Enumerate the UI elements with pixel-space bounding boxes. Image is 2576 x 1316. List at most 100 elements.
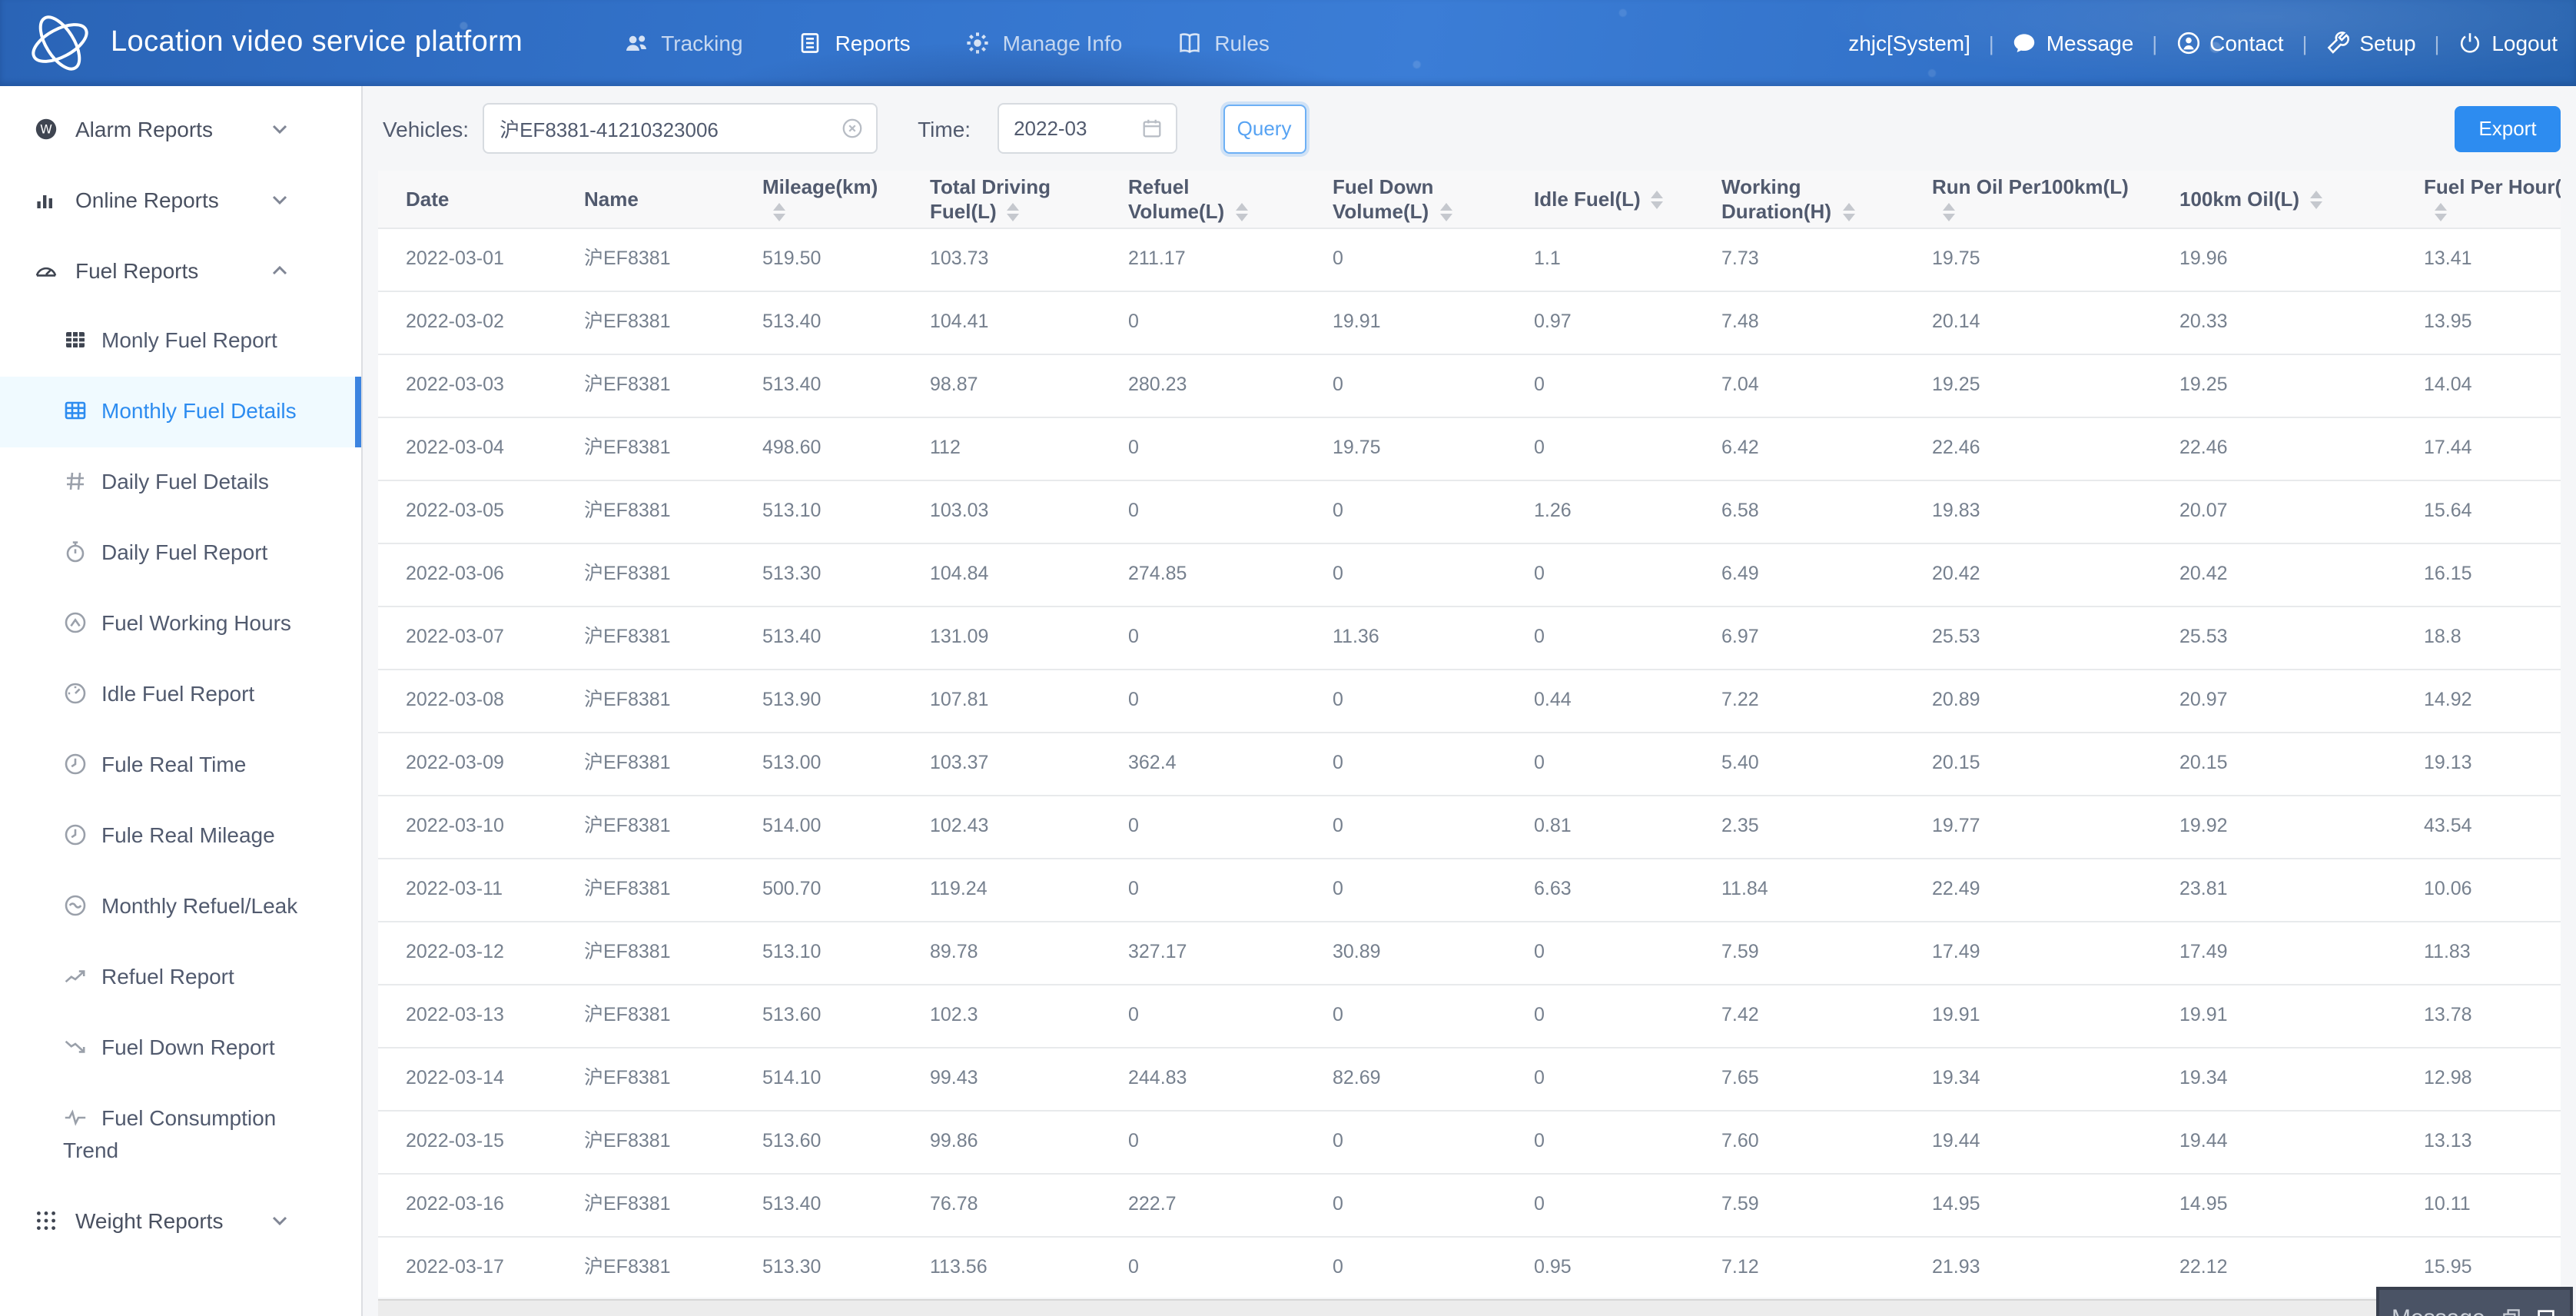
chevron-down [267,1208,292,1233]
table-row[interactable]: 2022-03-13 沪EF8381 513.60 102.3 0 0 0 7.42 19.91… [378,985,2561,1048]
nav-item-manage-info[interactable]: Manage Info [938,0,1150,86]
table-row[interactable]: 2022-03-09 沪EF8381 513.00 103.37 362.4 0 0 5.40… [378,733,2561,796]
sort-caret-icon[interactable] [1007,202,1020,221]
column-header-run_oil_per100km_l[interactable]: Run Oil Per100km(L) [1904,171,2152,228]
separator: | [2434,32,2440,55]
clear-circle-icon[interactable] [841,117,864,140]
cell-date: 2022-03-08 [406,689,504,710]
cell-idle_fuel_l: 0 [1534,437,1545,458]
current-user-label: zhjc[System] [1848,31,1970,55]
sidebar-item-label: Fule Real Time [101,752,247,776]
message-window-titlebar[interactable]: Message [2376,1287,2573,1316]
cell-total_driving_fuel_l: 99.43 [930,1067,978,1088]
sidebar-item-fuel-reports[interactable]: Fuel Reports [0,235,361,306]
column-header-label: Refuel [1128,174,1190,198]
table-row[interactable]: 2022-03-07 沪EF8381 513.40 131.09 0 11.36 0 6.97… [378,607,2561,670]
sidebar-item-fule-real-mileage[interactable]: Fule Real Mileage [0,801,361,872]
message-menu-item[interactable]: Message [2013,31,2133,55]
table-row[interactable]: 2022-03-17 沪EF8381 513.30 113.56 0 0 0.95 7.12 2… [378,1238,2561,1298]
cell-mileage_km: 513.60 [762,1004,822,1025]
sidebar-item-idle-fuel-report[interactable]: Idle Fuel Report [0,660,361,730]
sidebar-item-refuel-report[interactable]: Refuel Report [0,942,361,1013]
cell-idle_fuel_l: 1.26 [1534,500,1572,521]
calendar-icon[interactable] [1140,117,1163,140]
cell-refuel_volume_l: 0 [1128,878,1139,899]
cell-working_duration_h: 7.42 [1721,1004,1759,1025]
table-row[interactable]: 2022-03-03 沪EF8381 513.40 98.87 280.23 0 0 7.04… [378,355,2561,418]
sort-caret-icon[interactable] [1943,202,1955,221]
cell-run_oil_per100km_l: 20.42 [1932,563,1980,584]
cell-refuel_volume_l: 0 [1128,437,1139,458]
cell-refuel_volume_l: 211.17 [1128,248,1186,269]
table-row[interactable]: 2022-03-10 沪EF8381 514.00 102.43 0 0 0.81 2.35 1… [378,796,2561,859]
column-header-refuel_volume_l[interactable]: Refuel Volume(L) [1100,171,1305,228]
cell-fuel_per_hour_l: 16.15 [2424,563,2472,584]
export-button[interactable]: Export [2455,105,2561,151]
sidebar-item-weight-reports[interactable]: Weight Reports [0,1185,361,1256]
vehicles-input[interactable] [484,117,877,140]
gauge-circle-icon [63,610,88,635]
cell-refuel_volume_l: 362.4 [1128,752,1177,773]
table-row[interactable]: 2022-03-05 沪EF8381 513.10 103.03 0 0 1.26 6.58 1… [378,481,2561,544]
sidebar-item-online-reports[interactable]: Online Reports [0,164,361,235]
table-row[interactable]: 2022-03-04 沪EF8381 498.60 112 0 19.75 0 6.42 22.… [378,418,2561,481]
sidebar-item-fule-real-time[interactable]: Fule Real Time [0,730,361,801]
column-header-oil_100km_l[interactable]: 100km Oil(L) [2152,171,2396,228]
cell-fuel_per_hour_l: 14.04 [2424,374,2472,395]
column-header-working_duration_h[interactable]: Working Duration(H) [1694,171,1904,228]
cell-oil_100km_l: 20.33 [2179,311,2228,332]
query-button[interactable]: Query [1223,104,1306,153]
table-row[interactable]: 2022-03-08 沪EF8381 513.90 107.81 0 0 0.44 7.22 2… [378,670,2561,733]
sort-caret-icon[interactable] [1439,202,1452,221]
message-window-title: Message [2392,1304,2488,1316]
sort-caret-icon[interactable] [773,202,785,221]
sort-caret-icon[interactable] [2310,190,2323,208]
sidebar-item-fuel-consumption-trend[interactable]: Fuel Consumption Trend [0,1084,361,1185]
nav-item-reports[interactable]: Reports [771,0,938,86]
vehicles-input-wrap [483,103,878,154]
table-row[interactable]: 2022-03-12 沪EF8381 513.10 89.78 327.17 30.89 0… [378,922,2561,985]
cell-name: 沪EF8381 [584,248,671,269]
setup-menu-item[interactable]: Setup [2325,31,2416,55]
table-row[interactable]: 2022-03-11 沪EF8381 500.70 119.24 0 0 6.63 11.84… [378,859,2561,922]
column-header-mileage_km[interactable]: Mileage(km) [735,171,902,228]
restore-window-icon[interactable] [2501,1307,2522,1316]
sidebar-item-monthly-refuel-leak[interactable]: Monthly Refuel/Leak [0,872,361,942]
sort-caret-icon[interactable] [2435,202,2447,221]
column-header-label: Duration(H) [1721,199,1831,222]
sort-caret-icon[interactable] [1842,202,1854,221]
sidebar-item-fuel-working-hours[interactable]: Fuel Working Hours [0,589,361,660]
table-row[interactable]: 2022-03-02 沪EF8381 513.40 104.41 0 19.91 0.97 7… [378,292,2561,355]
sidebar-item-daily-fuel-report[interactable]: Daily Fuel Report [0,518,361,589]
cell-mileage_km: 513.30 [762,563,822,584]
table-row[interactable]: 2022-03-15 沪EF8381 513.60 99.86 0 0 0 7.60 19.44… [378,1112,2561,1175]
cell-name: 沪EF8381 [584,311,671,332]
cell-name: 沪EF8381 [584,1067,671,1088]
sidebar-item-monly-fuel-report[interactable]: Monly Fuel Report [0,306,361,377]
nav-item-rules[interactable]: Rules [1150,0,1297,86]
table-row[interactable]: 2022-03-16 沪EF8381 513.40 76.78 222.7 0 0 7.59 1… [378,1175,2561,1238]
column-header-date: Date [378,171,556,228]
sidebar-item-fuel-down-report[interactable]: Fuel Down Report [0,1013,361,1084]
sidebar-item-alarm-reports[interactable]: W Alarm Reports [0,94,361,164]
maximize-window-icon[interactable] [2535,1306,2558,1316]
table-row[interactable]: 2022-03-06 沪EF8381 513.30 104.84 274.85 0 0 6.4… [378,544,2561,607]
horizontal-scrollbar[interactable] [378,1299,2561,1316]
cell-refuel_volume_l: 0 [1128,500,1139,521]
table-row[interactable]: 2022-03-01 沪EF8381 519.50 103.73 211.17 0 1.1 7… [378,229,2561,292]
column-header-fuel_per_hour_l[interactable]: Fuel Per Hour(L [2396,171,2561,228]
sort-caret-icon[interactable] [1235,202,1248,221]
cell-refuel_volume_l: 0 [1128,1256,1139,1278]
sidebar-item-daily-fuel-details[interactable]: Daily Fuel Details [0,447,361,518]
column-header-fuel_down_volume_l[interactable]: Fuel Down Volume(L) [1305,171,1506,228]
cell-fuel_down_volume_l: 19.75 [1333,437,1381,458]
sidebar-item-monthly-fuel-details[interactable]: Monthly Fuel Details [0,377,361,447]
column-header-idle_fuel_l[interactable]: Idle Fuel(L) [1506,171,1694,228]
table-row[interactable]: 2022-03-14 沪EF8381 514.10 99.43 244.83 82.69 0… [378,1048,2561,1112]
column-header-total_driving_fuel_l[interactable]: Total Driving Fuel(L) [902,171,1100,228]
contact-menu-item[interactable]: Contact [2176,31,2284,55]
logout-menu-item[interactable]: Logout [2458,31,2558,55]
wave-circle-icon [63,893,88,918]
nav-item-tracking[interactable]: Tracking [596,0,770,86]
sort-caret-icon[interactable] [1651,190,1664,208]
